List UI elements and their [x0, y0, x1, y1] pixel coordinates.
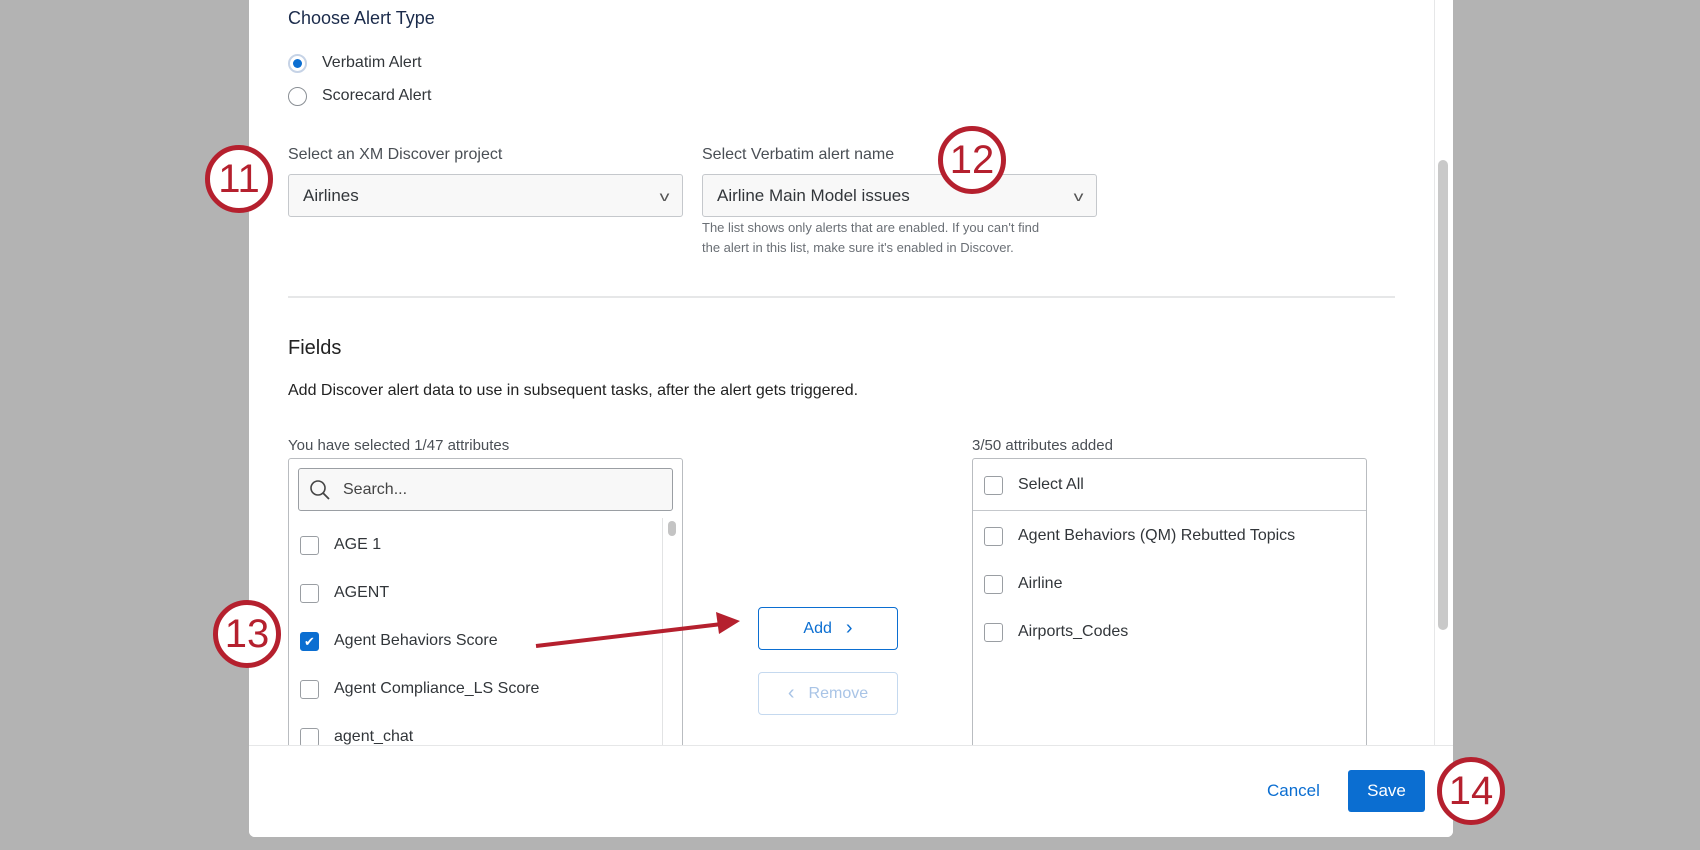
annotation-12: 12	[938, 126, 1006, 194]
annotation-11: 11	[205, 145, 273, 213]
annotation-14: 14	[1437, 757, 1505, 825]
annotation-arrow	[535, 612, 740, 648]
annotation-13: 13	[213, 600, 281, 668]
